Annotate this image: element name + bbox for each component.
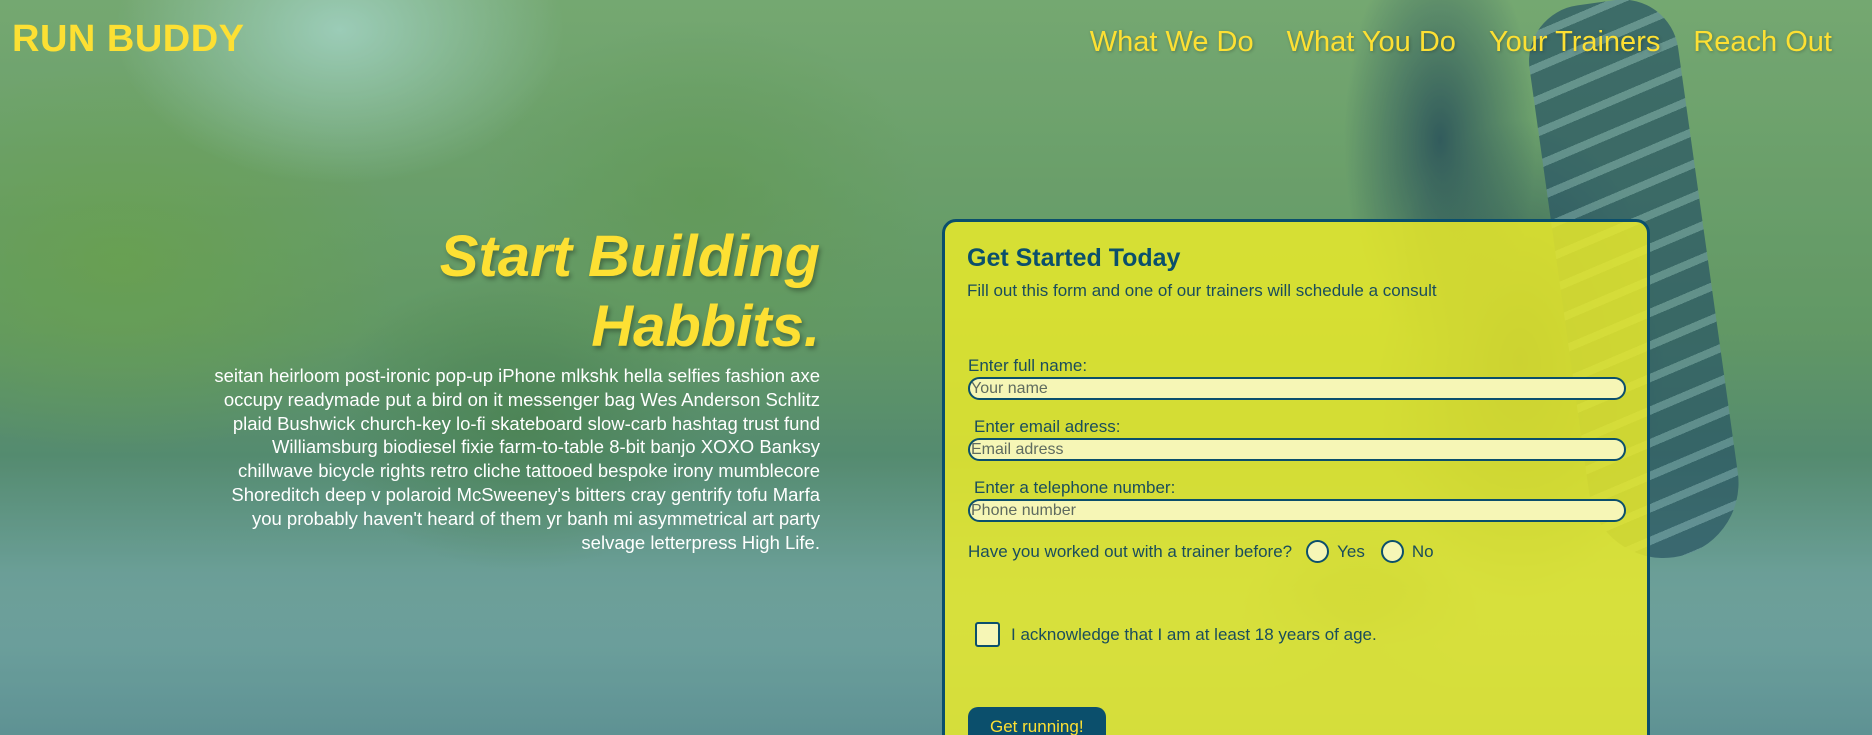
name-field-group: Enter full name:	[968, 356, 1626, 400]
get-started-form: Get Started Today Fill out this form and…	[942, 219, 1650, 735]
main-nav: What We Do What You Do Your Trainers Rea…	[1090, 26, 1832, 59]
phone-input[interactable]	[968, 499, 1626, 522]
nav-link-what-you-do[interactable]: What You Do	[1287, 26, 1456, 59]
option-no: No	[1365, 540, 1434, 563]
trainer-question-label: Have you worked out with a trainer befor…	[968, 541, 1293, 561]
hero-title-line2: Habbits.	[591, 294, 820, 359]
radio-no[interactable]	[1380, 540, 1404, 563]
nav-link-reach-out[interactable]: Reach Out	[1693, 26, 1832, 59]
hero-section: Start Building Habbits. seitan heirloom …	[200, 222, 820, 554]
nav-link-what-we-do[interactable]: What We Do	[1090, 26, 1254, 59]
age-checkbox[interactable]	[975, 622, 1000, 647]
age-acknowledge-row: I acknowledge that I am at least 18 year…	[975, 622, 1377, 647]
name-input[interactable]	[968, 377, 1626, 400]
email-label: Enter email adress:	[974, 417, 1121, 436]
phone-field-group: Enter a telephone number:	[968, 478, 1626, 522]
radio-no-label: No	[1411, 541, 1434, 561]
form-subtitle: Fill out this form and one of our traine…	[967, 281, 1437, 300]
hero-title: Start Building Habbits.	[200, 222, 820, 362]
radio-yes[interactable]	[1306, 540, 1330, 563]
get-running-button[interactable]: Get running!	[968, 707, 1106, 735]
trainer-question-row: Have you worked out with a trainer befor…	[968, 540, 1434, 563]
email-input[interactable]	[968, 438, 1626, 461]
site-logo[interactable]: RUN BUDDY	[12, 18, 245, 61]
hero-body-text: seitan heirloom post-ironic pop-up iPhon…	[214, 365, 820, 553]
form-title: Get Started Today	[967, 244, 1181, 272]
option-yes: Yes	[1292, 540, 1365, 563]
nav-link-your-trainers[interactable]: Your Trainers	[1489, 26, 1660, 59]
radio-yes-label: Yes	[1337, 541, 1365, 561]
name-label: Enter full name:	[968, 356, 1088, 375]
phone-label: Enter a telephone number:	[974, 478, 1176, 497]
email-field-group: Enter email adress:	[968, 417, 1626, 461]
hero-title-line1: Start Building	[439, 224, 820, 289]
age-acknowledge-label: I acknowledge that I am at least 18 year…	[1011, 624, 1377, 644]
